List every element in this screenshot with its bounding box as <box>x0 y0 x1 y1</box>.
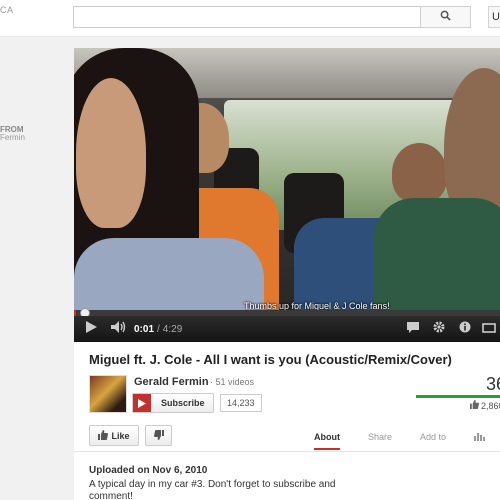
person-front-right-vest <box>374 198 500 310</box>
masthead: CA U <box>0 0 500 37</box>
like-button[interactable]: Like <box>89 425 139 446</box>
size-button[interactable] <box>478 316 500 342</box>
tab-share[interactable]: Share <box>368 432 392 450</box>
left-sidebar: FROM Fermin <box>0 37 50 500</box>
channel-avatar[interactable] <box>89 375 127 413</box>
person-back-right <box>392 143 447 203</box>
tab-add-to[interactable]: Add to <box>420 432 446 450</box>
play-icon <box>85 320 97 338</box>
thumbs-down-icon <box>153 427 164 445</box>
subscribe-button[interactable]: Subscribe <box>132 393 214 413</box>
subscriber-count: 14,233 <box>220 394 262 412</box>
video-count[interactable]: · 51 videos <box>210 377 254 387</box>
youtube-play-icon <box>133 394 151 412</box>
size-icon <box>482 320 496 338</box>
time-duration: 4:29 <box>162 323 183 335</box>
like-label: Like <box>111 430 130 441</box>
tab-stats[interactable] <box>474 432 486 450</box>
upload-date: Uploaded on Nov 6, 2010 <box>89 465 208 476</box>
video-title: Miguel ft. J. Cole - All I want is you (… <box>89 352 452 367</box>
like-summary: 2,860 <box>470 400 500 411</box>
video-description: A typical day in my car #3. Don't forget… <box>89 479 336 500</box>
volume-button[interactable] <box>108 316 128 342</box>
video-caption: Thumbs up for Miguel & J Cole fans! <box>244 301 390 310</box>
player-controls: 0:01 / 4:29 <box>74 316 500 342</box>
dislike-button[interactable] <box>145 425 172 446</box>
divider <box>74 451 500 452</box>
info-tabs: About Share Add to <box>314 432 486 450</box>
settings-button[interactable] <box>426 316 452 342</box>
info-icon <box>459 320 471 338</box>
search-input[interactable] <box>73 6 421 28</box>
play-button[interactable] <box>74 316 108 342</box>
video-info-panel: Miguel ft. J. Cole - All I want is you (… <box>74 342 500 500</box>
thumbs-up-icon <box>470 400 479 411</box>
masthead-left-text: CA <box>0 5 14 15</box>
volume-icon <box>110 320 126 338</box>
tab-about[interactable]: About <box>314 432 340 450</box>
captions-button[interactable] <box>400 316 426 342</box>
time-current: 0:01 <box>134 323 155 335</box>
info-button[interactable] <box>452 316 478 342</box>
captions-icon <box>407 320 419 338</box>
view-count: 36 <box>486 374 500 394</box>
video-player[interactable]: Thumbs up for Miguel & J Cole fans! 0:01… <box>74 48 500 342</box>
search-icon <box>440 8 451 26</box>
upload-label: U <box>492 11 500 23</box>
search-button[interactable] <box>420 6 471 28</box>
thumbs-up-icon <box>98 427 109 445</box>
from-name[interactable]: Fermin <box>0 133 25 142</box>
person-front-left-shirt <box>74 238 264 310</box>
time-separator: / <box>157 323 160 335</box>
subscribe-label: Subscribe <box>161 398 205 408</box>
upload-button[interactable]: U <box>488 6 500 28</box>
channel-name[interactable]: Gerald Fermin <box>134 376 209 388</box>
video-frame[interactable]: Thumbs up for Miguel & J Cole fans! <box>74 48 500 310</box>
settings-icon <box>433 320 445 338</box>
person-front-left-face <box>76 78 146 228</box>
stats-icon <box>474 433 486 443</box>
like-ratio-bar <box>416 395 500 398</box>
like-count: 2,860 <box>481 400 500 411</box>
